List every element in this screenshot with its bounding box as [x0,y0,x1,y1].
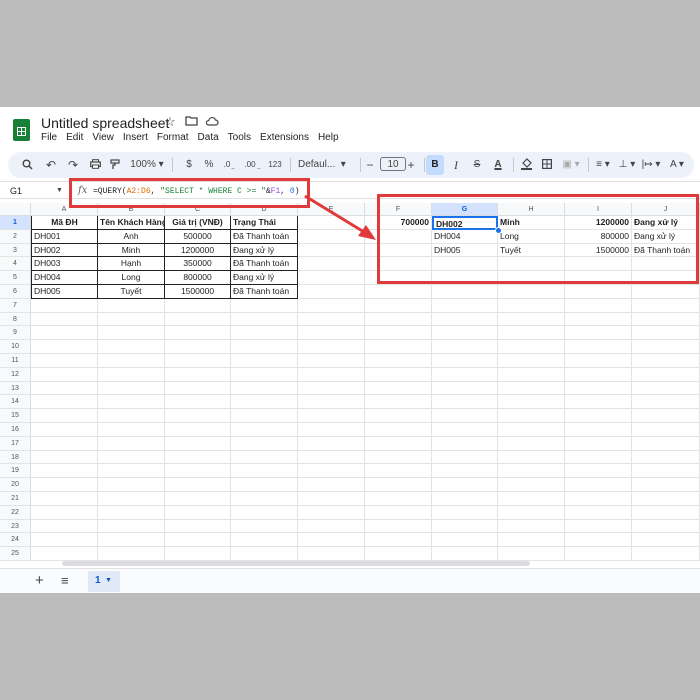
annotation-arrow [304,194,376,240]
